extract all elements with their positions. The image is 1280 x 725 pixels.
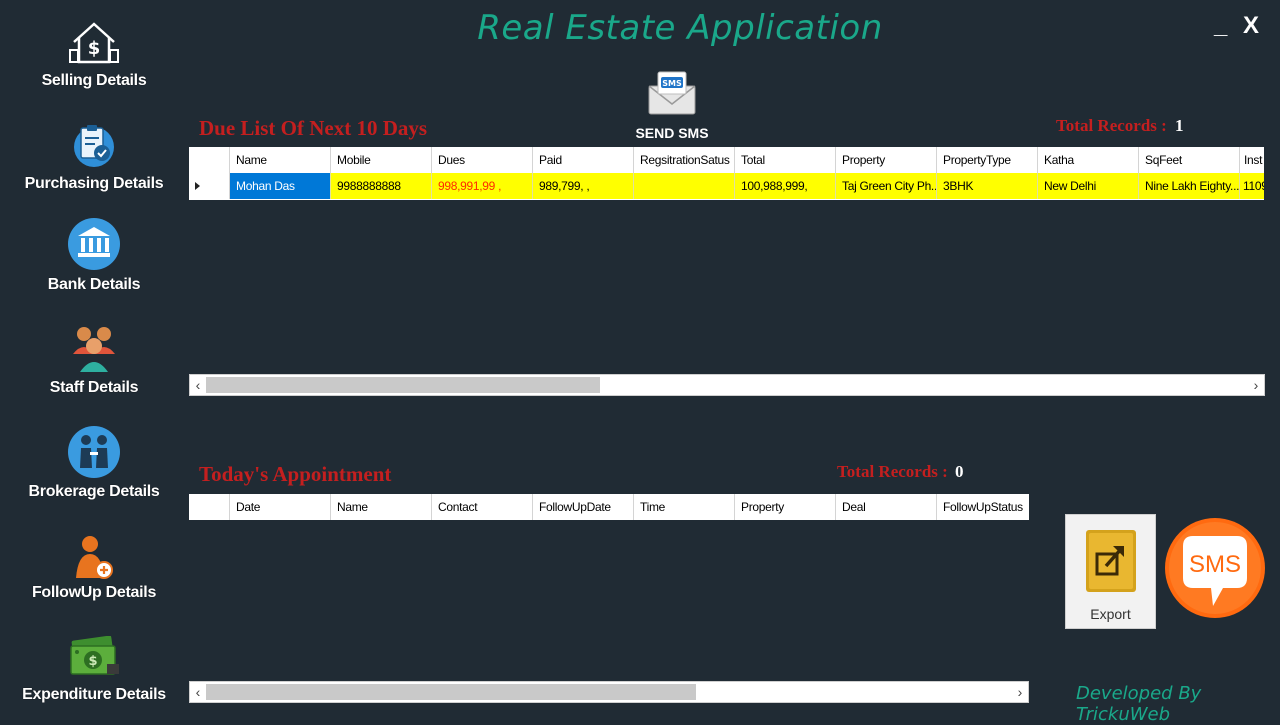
due-list-grid[interactable]: Name Mobile Dues Paid RegsitrationSatus … <box>189 147 1264 200</box>
table-cell[interactable]: 100,988,999, <box>735 173 836 199</box>
app-title: Real Estate Application <box>477 8 883 48</box>
appointment-total-label: Total Records : <box>837 462 948 481</box>
appointment-grid[interactable]: Date Name Contact FollowUpDate Time Prop… <box>189 494 1029 520</box>
sidebar: $ Selling Details Purchasing Details Ban… <box>0 0 188 720</box>
scroll-right-icon[interactable]: › <box>1248 375 1264 395</box>
sidebar-item-label: Selling Details <box>41 72 147 89</box>
column-header[interactable]: RegsitrationSatus <box>634 147 735 173</box>
app-window: $ Selling Details Purchasing Details Ban… <box>0 0 1280 725</box>
sms-envelope-icon: SMS <box>648 71 696 115</box>
close-button[interactable]: X <box>1243 12 1259 40</box>
developer-credit: Developed By TrickuWeb <box>1076 683 1202 725</box>
sidebar-item-brokerage[interactable]: Brokerage Details <box>0 424 188 504</box>
due-list-title: Due List Of Next 10 Days <box>199 116 428 140</box>
export-button[interactable]: Export <box>1065 514 1156 629</box>
user-add-icon <box>76 536 113 579</box>
column-header[interactable]: Paid <box>533 147 634 173</box>
appointment-header: Date Name Contact FollowUpDate Time Prop… <box>189 494 1029 520</box>
due-list-header: Name Mobile Dues Paid RegsitrationSatus … <box>189 147 1264 173</box>
table-cell[interactable]: 989,799, , <box>533 173 634 199</box>
row-selector[interactable] <box>189 173 230 199</box>
scrollbar-thumb[interactable] <box>206 377 600 393</box>
svg-text:SMS: SMS <box>662 79 682 88</box>
scroll-right-icon[interactable]: › <box>1012 682 1028 702</box>
handshake-people-icon <box>68 426 120 478</box>
current-row-arrow-icon <box>195 182 200 190</box>
column-header[interactable]: SqFeet <box>1139 147 1240 173</box>
column-header[interactable]: Property <box>836 147 937 173</box>
svg-text:$: $ <box>88 38 101 59</box>
column-header[interactable]: PropertyType <box>937 147 1038 173</box>
table-cell[interactable]: Nine Lakh Eighty... <box>1139 173 1240 199</box>
sidebar-item-label: Staff Details <box>49 379 139 396</box>
column-header[interactable]: Mobile <box>331 147 432 173</box>
table-cell[interactable]: New Delhi <box>1038 173 1139 199</box>
table-cell[interactable]: 3BHK <box>937 173 1038 199</box>
appointment-title: Today's Appointment <box>199 462 392 486</box>
sidebar-item-expenditure[interactable]: $ Expenditure Details <box>0 636 188 708</box>
send-sms-button[interactable]: SMS SEND SMS <box>630 70 714 141</box>
column-header[interactable]: Contact <box>432 494 533 520</box>
column-header[interactable]: Name <box>230 147 331 173</box>
sidebar-item-selling[interactable]: $ Selling Details <box>0 20 188 96</box>
table-row[interactable]: Mohan Das 9988888888 998,991,99 , 989,79… <box>189 173 1264 199</box>
sidebar-item-staff[interactable]: Staff Details <box>0 322 188 400</box>
sidebar-item-label: Purchasing Details <box>24 175 164 192</box>
sidebar-item-label: Brokerage Details <box>28 483 160 500</box>
column-header[interactable]: FollowUpDate <box>533 494 634 520</box>
due-total-label: Total Records : <box>1056 116 1167 135</box>
sidebar-item-label: Expenditure Details <box>22 686 166 703</box>
scroll-left-icon[interactable]: ‹ <box>190 375 206 395</box>
sms-bubble-icon: SMS <box>1165 518 1265 618</box>
clipboard-check-icon <box>74 125 114 167</box>
column-header[interactable]: Deal <box>836 494 937 520</box>
scrollbar-thumb[interactable] <box>206 684 696 700</box>
export-icon <box>1086 530 1136 592</box>
due-list-horizontal-scrollbar[interactable]: ‹ › <box>189 374 1265 396</box>
table-cell[interactable]: Mohan Das <box>230 173 331 199</box>
scroll-left-icon[interactable]: ‹ <box>190 682 206 702</box>
column-header[interactable]: FollowUpStatus <box>937 494 1029 520</box>
table-cell[interactable]: 998,991,99 , <box>432 173 533 199</box>
column-header[interactable]: Dues <box>432 147 533 173</box>
table-cell[interactable]: 1109 <box>1240 173 1264 199</box>
svg-text:SMS: SMS <box>1189 551 1241 578</box>
bank-icon <box>68 218 120 270</box>
table-cell[interactable] <box>634 173 735 199</box>
appointment-horizontal-scrollbar[interactable]: ‹ › <box>189 681 1029 703</box>
appointment-total-value: 0 <box>955 462 964 481</box>
column-header[interactable]: Name <box>331 494 432 520</box>
table-cell[interactable]: 9988888888 <box>331 173 432 199</box>
sms-button[interactable]: SMS <box>1165 506 1267 635</box>
column-header[interactable]: Time <box>634 494 735 520</box>
svg-text:$: $ <box>88 654 97 669</box>
due-total-value: 1 <box>1175 116 1184 135</box>
minimize-button[interactable]: _ <box>1214 12 1227 40</box>
row-header-corner <box>189 494 230 520</box>
sidebar-item-label: FollowUp Details <box>31 584 157 601</box>
sidebar-item-followup[interactable]: FollowUp Details <box>0 534 188 606</box>
sidebar-item-label: Bank Details <box>47 276 141 293</box>
staff-group-icon <box>73 327 115 372</box>
column-header[interactable]: Property <box>735 494 836 520</box>
money-icon: $ <box>70 636 119 675</box>
row-header-corner <box>189 147 230 173</box>
sidebar-item-bank[interactable]: Bank Details <box>0 216 188 298</box>
sidebar-item-purchasing[interactable]: Purchasing Details <box>0 120 188 198</box>
column-header[interactable]: Inst <box>1240 147 1264 173</box>
export-label: Export <box>1090 606 1131 622</box>
column-header[interactable]: Katha <box>1038 147 1139 173</box>
send-sms-label: SEND SMS <box>635 125 709 141</box>
table-cell[interactable]: Taj Green City Ph... <box>836 173 937 199</box>
column-header[interactable]: Date <box>230 494 331 520</box>
house-dollar-icon: $ <box>69 22 119 64</box>
column-header[interactable]: Total <box>735 147 836 173</box>
